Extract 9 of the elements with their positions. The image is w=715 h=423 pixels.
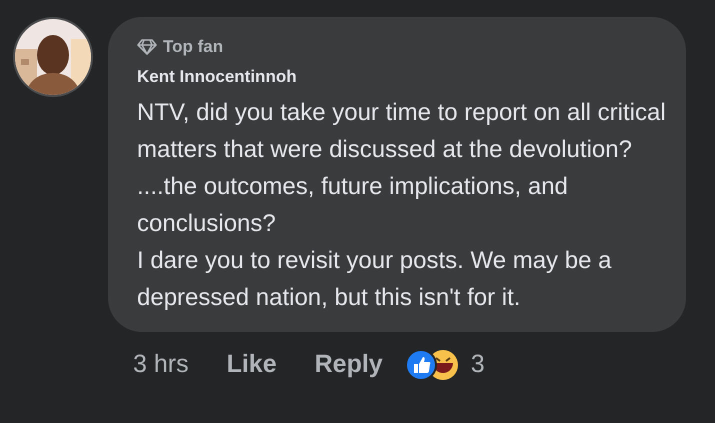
timestamp: 3 hrs (133, 349, 189, 380)
reaction-count: 3 (470, 349, 485, 380)
action-link[interactable]: Reply (314, 346, 383, 384)
action-link[interactable]: Like (226, 346, 277, 384)
badge-label: Top fan (163, 36, 224, 58)
comment-text: NTV, did you take your time to report on all critical matters that were discussed at the devolution? ....the outcomes, future implications, and conclusions? I dare you to revisit your posts. We may be a depressed nation, but this isn't for it. (137, 98, 667, 313)
author-name[interactable]: Kent Innocentinnoh (137, 67, 297, 86)
reactions-icon (404, 348, 461, 382)
diamond-icon (137, 39, 157, 55)
